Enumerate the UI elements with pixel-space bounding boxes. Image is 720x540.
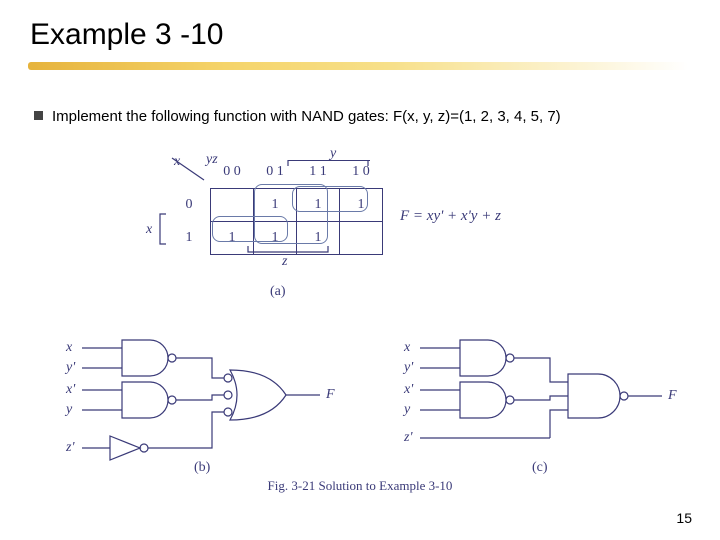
gate-input: x' <box>404 382 413 398</box>
gate-input: z' <box>66 440 74 456</box>
gate-input: y <box>404 402 410 418</box>
gate-input: z' <box>404 430 412 446</box>
gate-input: y' <box>66 360 75 376</box>
kmap-figure: x yz y 0 0 0 1 1 1 1 0 0 1 1 1 1 1 1 1 <box>168 156 383 255</box>
gate-output: F <box>668 388 677 404</box>
bullet-item: Implement the following function with NA… <box>38 108 561 125</box>
kmap-loop <box>254 184 328 244</box>
circuit-c: x y' x' y z' F (c) <box>400 330 700 470</box>
kmap-row-hdr: 1 <box>168 222 211 255</box>
gate-input: x <box>66 340 72 356</box>
gate-input: y <box>66 402 72 418</box>
kmap-bottom-var: z <box>282 254 287 270</box>
function-equation: F = xy' + x'y + z <box>400 208 501 225</box>
gate-input: x <box>404 340 410 356</box>
figure-caption: Fig. 3-21 Solution to Example 3-10 <box>0 478 720 494</box>
kmap-row-hdr: 0 <box>168 189 211 222</box>
circuit-c-label: (c) <box>532 460 548 476</box>
gate-input: x' <box>66 382 75 398</box>
circuit-b-label: (b) <box>194 460 210 476</box>
gate-input: y' <box>404 360 413 376</box>
page-number: 15 <box>676 510 692 526</box>
kmap-x-row-label: x <box>146 222 152 238</box>
circuit-b: x y' x' y z' F (b) <box>62 330 362 470</box>
slide-title: Example 3 -10 <box>30 18 223 52</box>
kmap-cell <box>340 222 383 255</box>
bullet-text: Implement the following function with NA… <box>52 108 561 125</box>
bullet-square-icon <box>34 111 43 120</box>
title-underline <box>28 62 688 70</box>
gate-output: F <box>326 387 335 403</box>
kmap-sublabel: (a) <box>270 284 286 300</box>
